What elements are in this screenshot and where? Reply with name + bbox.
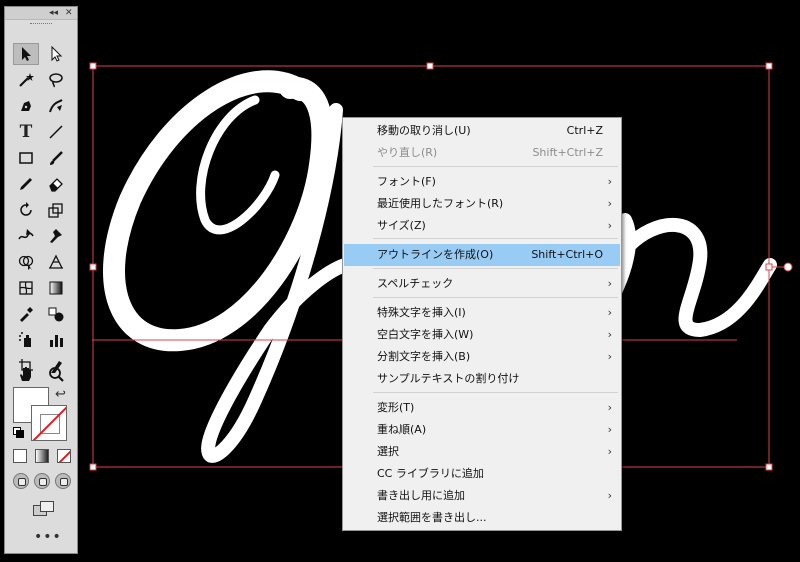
submenu-arrow-icon: ›	[607, 423, 612, 436]
tools-panel: ◂◂ ✕ T ↩ •••	[4, 6, 78, 554]
submenu-arrow-icon: ›	[607, 197, 612, 210]
menu-item[interactable]: サイズ(Z) ›	[344, 215, 620, 237]
menu-separator	[373, 297, 618, 298]
submenu-arrow-icon: ›	[607, 401, 612, 414]
none-mode-button[interactable]	[57, 449, 71, 463]
menu-item-label: アウトラインを作成(O)	[377, 248, 494, 261]
menu-separator	[373, 268, 618, 269]
rectangle-tool-icon[interactable]	[13, 147, 39, 169]
menu-item[interactable]: 空白文字を挿入(W) ›	[344, 324, 620, 346]
menu-separator	[373, 392, 618, 393]
menu-item[interactable]: アウトラインを作成(O) Shift+Ctrl+O	[344, 244, 620, 266]
type-tool-icon[interactable]: T	[13, 121, 39, 143]
color-mode-button[interactable]	[13, 449, 27, 463]
menu-separator	[373, 166, 618, 167]
pencil-tool-icon[interactable]	[13, 173, 39, 195]
menu-item[interactable]: やり直し(R) Shift+Ctrl+Z	[344, 142, 620, 164]
swap-fill-stroke-icon[interactable]: ↩	[55, 387, 66, 402]
menu-item-label: CC ライブラリに追加	[377, 467, 484, 480]
menu-item[interactable]: CC ライブラリに追加	[344, 463, 620, 485]
menu-item[interactable]: 書き出し用に追加 ›	[344, 485, 620, 507]
menu-item-shortcut: Shift+Ctrl+Z	[532, 146, 603, 159]
menu-item[interactable]: 移動の取り消し(U) Ctrl+Z	[344, 120, 620, 142]
menu-item[interactable]: サンプルテキストの割り付け	[344, 368, 620, 390]
submenu-arrow-icon: ›	[607, 328, 612, 341]
perspective-grid-tool-icon[interactable]	[43, 251, 69, 273]
submenu-arrow-icon: ›	[607, 306, 612, 319]
eraser-tool-icon[interactable]	[43, 173, 69, 195]
edit-toolbar-button[interactable]: •••	[34, 529, 62, 545]
menu-item[interactable]: 重ね順(A) ›	[344, 419, 620, 441]
menu-item-label: 変形(T)	[377, 401, 415, 414]
menu-item[interactable]: 選択 ›	[344, 441, 620, 463]
blend-tool-icon[interactable]	[43, 303, 69, 325]
paintbrush-tool-icon[interactable]	[43, 147, 69, 169]
submenu-arrow-icon: ›	[607, 489, 612, 502]
submenu-arrow-icon: ›	[607, 277, 612, 290]
magic-wand-tool-icon[interactable]	[13, 69, 39, 91]
menu-item-label: 書き出し用に追加	[377, 489, 465, 502]
warp-tool-icon[interactable]	[13, 225, 39, 247]
menu-separator	[373, 238, 618, 239]
menu-item-label: 選択範囲を書き出し...	[377, 511, 487, 524]
menu-item-label: 空白文字を挿入(W)	[377, 328, 474, 341]
close-panel-button[interactable]: ✕	[65, 7, 73, 19]
menu-item-label: 分割文字を挿入(B)	[377, 350, 471, 363]
stroke-color-swatch[interactable]	[31, 405, 67, 441]
menu-item[interactable]: 分割文字を挿入(B) ›	[344, 346, 620, 368]
puppet-warp-tool-icon[interactable]	[43, 225, 69, 247]
menu-item[interactable]: 選択範囲を書き出し...	[344, 507, 620, 529]
menu-item[interactable]: 特殊文字を挿入(I) ›	[344, 302, 620, 324]
direct-selection-tool-icon[interactable]	[43, 43, 69, 65]
draw-mode-row	[13, 473, 71, 489]
selection-tool-icon[interactable]	[13, 43, 39, 65]
menu-item-label: 重ね順(A)	[377, 423, 427, 436]
hand-tool-icon[interactable]	[13, 363, 39, 385]
menu-item[interactable]: フォント(F) ›	[344, 171, 620, 193]
scale-tool-icon[interactable]	[43, 199, 69, 221]
pen-tool-icon[interactable]	[13, 95, 39, 117]
context-menu: 移動の取り消し(U) Ctrl+Z やり直し(R) Shift+Ctrl+Z フォント(…	[342, 117, 622, 531]
menu-item-shortcut: Ctrl+Z	[566, 124, 603, 137]
lasso-tool-icon[interactable]	[43, 69, 69, 91]
column-graph-tool-icon[interactable]	[43, 329, 69, 351]
line-segment-tool-icon[interactable]	[43, 121, 69, 143]
rotate-tool-icon[interactable]	[13, 199, 39, 221]
menu-item[interactable]: スペルチェック ›	[344, 273, 620, 295]
menu-item-label: フォント(F)	[377, 175, 436, 188]
menu-item-label: 移動の取り消し(U)	[377, 124, 471, 137]
zoom-tool-icon[interactable]	[43, 363, 69, 385]
menu-item-label: サイズ(Z)	[377, 219, 426, 232]
default-fill-stroke-icon[interactable]	[13, 427, 24, 438]
change-screen-mode-icon[interactable]	[33, 501, 55, 517]
submenu-arrow-icon: ›	[607, 445, 612, 458]
mesh-tool-icon[interactable]	[13, 277, 39, 299]
menu-item-label: サンプルテキストの割り付け	[377, 372, 520, 385]
menu-item-label: スペルチェック	[377, 277, 454, 290]
gradient-mode-button[interactable]	[35, 449, 49, 463]
draw-inside-button[interactable]	[55, 473, 71, 489]
curvature-tool-icon[interactable]	[43, 95, 69, 117]
eyedropper-tool-icon[interactable]	[13, 303, 39, 325]
submenu-arrow-icon: ›	[607, 219, 612, 232]
menu-item[interactable]: 最近使用したフォント(R) ›	[344, 193, 620, 215]
submenu-arrow-icon: ›	[607, 175, 612, 188]
menu-item[interactable]: 変形(T) ›	[344, 397, 620, 419]
menu-item-label: 最近使用したフォント(R)	[377, 197, 504, 210]
collapse-panel-button[interactable]: ◂◂	[49, 7, 58, 19]
shape-builder-tool-icon[interactable]	[13, 251, 39, 273]
menu-item-shortcut: Shift+Ctrl+O	[531, 248, 603, 261]
gradient-tool-icon[interactable]	[43, 277, 69, 299]
tools-panel-header: ◂◂ ✕	[5, 7, 77, 20]
color-mode-row	[13, 449, 71, 463]
draw-behind-button[interactable]	[34, 473, 50, 489]
menu-item-label: 特殊文字を挿入(I)	[377, 306, 466, 319]
panel-grip[interactable]	[5, 20, 77, 28]
symbol-sprayer-tool-icon[interactable]	[13, 329, 39, 351]
submenu-arrow-icon: ›	[607, 350, 612, 363]
menu-item-label: やり直し(R)	[377, 146, 438, 159]
menu-item-label: 選択	[377, 445, 399, 458]
draw-normal-button[interactable]	[13, 473, 29, 489]
